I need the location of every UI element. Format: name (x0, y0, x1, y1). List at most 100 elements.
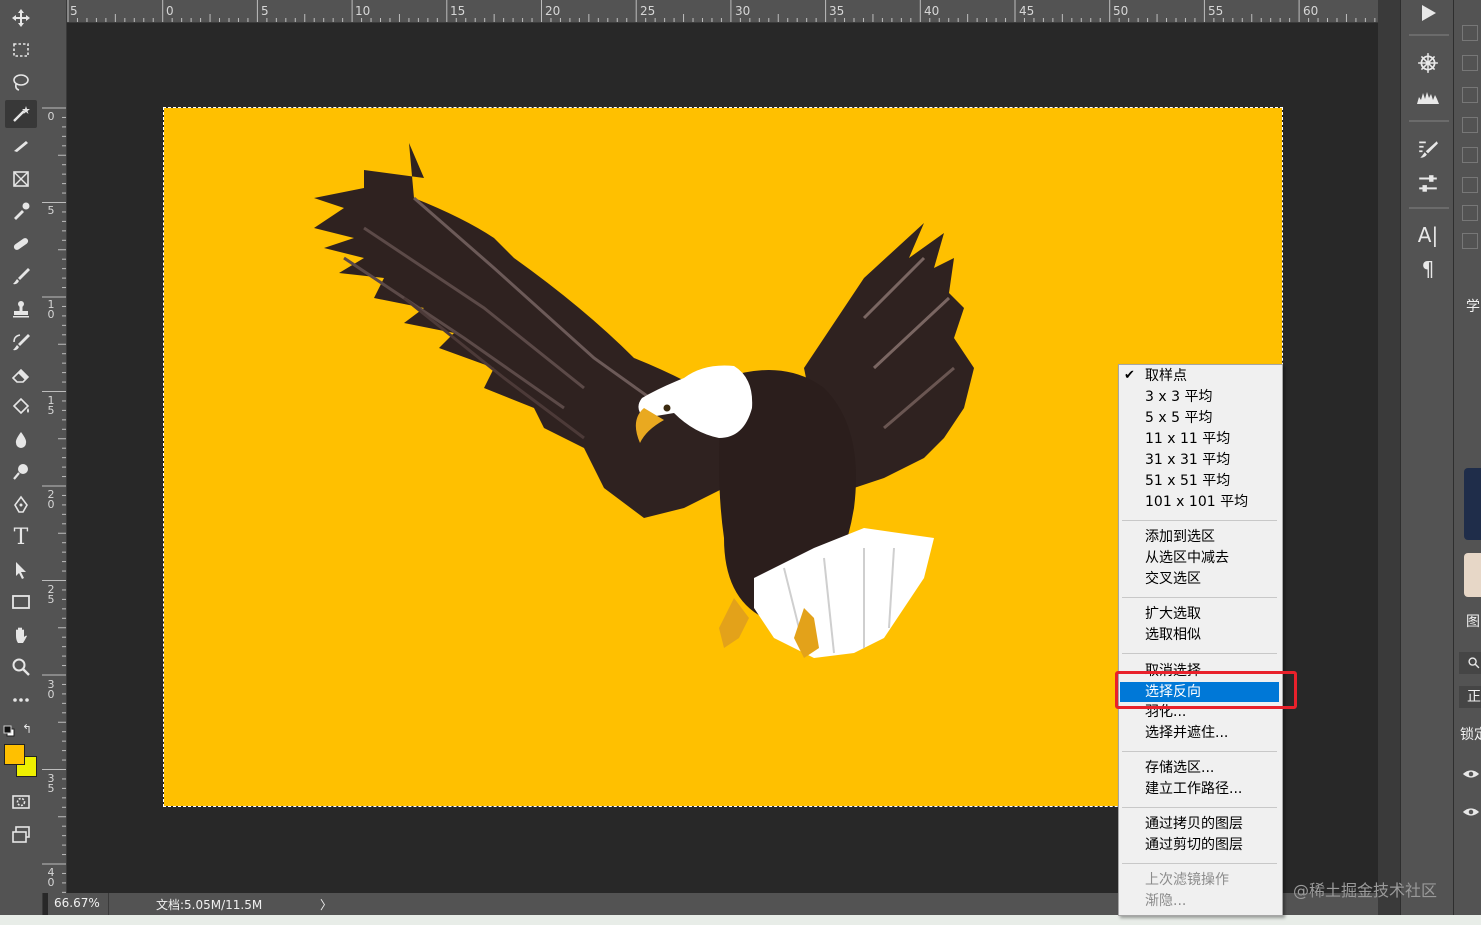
quick-mask-icon[interactable] (5, 788, 37, 816)
menu-separator (1122, 520, 1277, 521)
menu-item-fade: 渐隐... (1145, 893, 1187, 909)
screen-mode-icon[interactable] (5, 821, 37, 849)
histogram-icon[interactable] (1414, 84, 1442, 110)
character-icon[interactable]: A| (1414, 222, 1442, 248)
swap-colors-icon[interactable]: ↰ (22, 722, 36, 736)
panel-gutter (1378, 0, 1400, 915)
ruler-tick: 15 (450, 4, 466, 18)
menu-item-subtract-from-selection[interactable]: 从选区中减去 (1120, 548, 1279, 568)
ruler-tick: 4 0 (47, 866, 55, 889)
thumbnail-1[interactable] (1464, 468, 1481, 540)
menu-separator (1122, 751, 1277, 752)
eraser-icon[interactable] (5, 361, 37, 389)
taskbar-strip (0, 915, 1481, 925)
path-selection-icon[interactable] (5, 556, 37, 584)
menu-item-51x51-average[interactable]: 51 x 51 平均 (1120, 471, 1279, 491)
ruler-tick: 3 0 (47, 678, 55, 701)
default-colors-icon[interactable] (3, 722, 15, 737)
menu-item-3x3-average[interactable]: 3 x 3 平均 (1120, 387, 1279, 407)
visibility-eye-icon[interactable] (1462, 803, 1481, 817)
panel-label-learn[interactable]: 学 (1466, 296, 1480, 316)
menu-item-select-and-mask[interactable]: 选择并遮住... (1120, 723, 1279, 743)
zoom-level[interactable]: 66.67% (54, 896, 100, 910)
more-tools-icon[interactable] (5, 686, 37, 714)
ruler-tick: 55 (1208, 4, 1224, 18)
menu-separator (1122, 863, 1277, 864)
tools-panel: T ↰ (0, 0, 43, 915)
visibility-eye-icon[interactable] (1462, 765, 1481, 779)
menu-item-31x31-average[interactable]: 31 x 31 平均 (1120, 450, 1279, 470)
menu-item-sample-point[interactable]: 取样点 (1120, 366, 1279, 386)
magic-wand-icon[interactable] (5, 100, 37, 128)
layers-panel-edge: 学 图 正 锁定 (1453, 0, 1481, 915)
menu-separator (1122, 807, 1277, 808)
dodge-icon[interactable] (5, 458, 37, 486)
layer-search-icon[interactable] (1459, 652, 1481, 674)
ruler-tick: 60 (1303, 4, 1319, 18)
play-icon[interactable] (1414, 0, 1442, 26)
ruler-tick: 1 0 (47, 298, 55, 321)
type-tool-icon[interactable]: T (5, 523, 37, 551)
menu-item-grow-selection[interactable]: 扩大选取 (1120, 604, 1279, 624)
ruler-tick: 35 (829, 4, 845, 18)
ruler-tick: 20 (545, 4, 561, 18)
brush-icon[interactable] (5, 262, 37, 290)
ruler-tick: 1 5 (47, 394, 55, 417)
brush-settings-icon[interactable] (1414, 136, 1442, 162)
menu-item-save-selection[interactable]: 存储选区... (1120, 758, 1279, 778)
ruler-tick: 25 (640, 4, 656, 18)
ruler-tick: 2 5 (47, 583, 55, 606)
history-brush-icon[interactable] (5, 328, 37, 356)
menu-item-add-to-selection[interactable]: 添加到选区 (1120, 527, 1279, 547)
menu-item-101x101-average[interactable]: 101 x 101 平均 (1120, 492, 1279, 512)
frame-icon[interactable] (5, 165, 37, 193)
menu-separator (1122, 597, 1277, 598)
adjustments-icon[interactable] (1414, 171, 1442, 197)
paint-bucket-icon[interactable] (5, 393, 37, 421)
ruler-tick: 3 5 (47, 772, 55, 795)
zoom-icon[interactable] (5, 653, 37, 681)
pen-icon[interactable] (5, 491, 37, 519)
menu-item-layer-via-copy[interactable]: 通过拷贝的图层 (1120, 814, 1279, 834)
rectangle-shape-icon[interactable] (5, 588, 37, 616)
menu-item-intersect-selection[interactable]: 交叉选区 (1120, 569, 1279, 589)
rectangular-marquee-icon[interactable] (5, 36, 37, 64)
ruler-tick: 0 (166, 4, 174, 18)
ruler-tick: 40 (924, 4, 940, 18)
vertical-ruler: 0 5 1 0 1 5 2 0 2 5 3 0 3 5 4 0 (42, 0, 67, 893)
ruler-tick: 30 (735, 4, 751, 18)
eyedropper-icon[interactable] (5, 197, 37, 225)
ruler-tick: 2 0 (47, 488, 55, 511)
selection-context-menu: ✔ 取样点 3 x 3 平均 5 x 5 平均 11 x 11 平均 31 x … (1118, 364, 1283, 916)
foreground-color-swatch[interactable] (4, 744, 25, 765)
slice-icon[interactable] (5, 132, 37, 160)
panel-icon-dock: A| ¶ (1400, 0, 1454, 915)
ruler-tick: 50 (1113, 4, 1129, 18)
annotation-highlight-box (1115, 671, 1297, 709)
blend-mode-select[interactable]: 正 (1459, 686, 1481, 708)
menu-item-last-filter: 上次滤镜操作 (1145, 872, 1229, 888)
ruler-tick: 45 (1019, 4, 1035, 18)
menu-item-5x5-average[interactable]: 5 x 5 平均 (1120, 408, 1279, 428)
compass-icon[interactable] (1414, 50, 1442, 76)
status-menu-arrow[interactable]: 〉 (320, 896, 332, 913)
hand-icon[interactable] (5, 621, 37, 649)
watermark: @稀土掘金技术社区 (1293, 881, 1438, 900)
panel-label-layers[interactable]: 图 (1466, 611, 1480, 631)
healing-brush-icon[interactable] (5, 230, 37, 258)
ruler-tick: 5 (261, 4, 269, 18)
ruler-tick: 0 (47, 110, 55, 123)
lasso-icon[interactable] (5, 68, 37, 96)
ruler-tick: 5 (47, 204, 55, 217)
ruler-tick: 5 (70, 4, 78, 18)
paragraph-icon[interactable]: ¶ (1414, 256, 1442, 282)
thumbnail-2[interactable] (1464, 553, 1481, 597)
menu-item-layer-via-cut[interactable]: 通过剪切的图层 (1120, 835, 1279, 855)
menu-item-make-work-path[interactable]: 建立工作路径... (1120, 779, 1279, 799)
move-tool-icon[interactable] (5, 4, 37, 32)
blur-drop-icon[interactable] (5, 426, 37, 454)
clone-stamp-icon[interactable] (5, 295, 37, 323)
menu-item-select-similar[interactable]: 选取相似 (1120, 625, 1279, 645)
document-size: 文档:5.05M/11.5M (156, 898, 263, 912)
menu-item-11x11-average[interactable]: 11 x 11 平均 (1120, 429, 1279, 449)
